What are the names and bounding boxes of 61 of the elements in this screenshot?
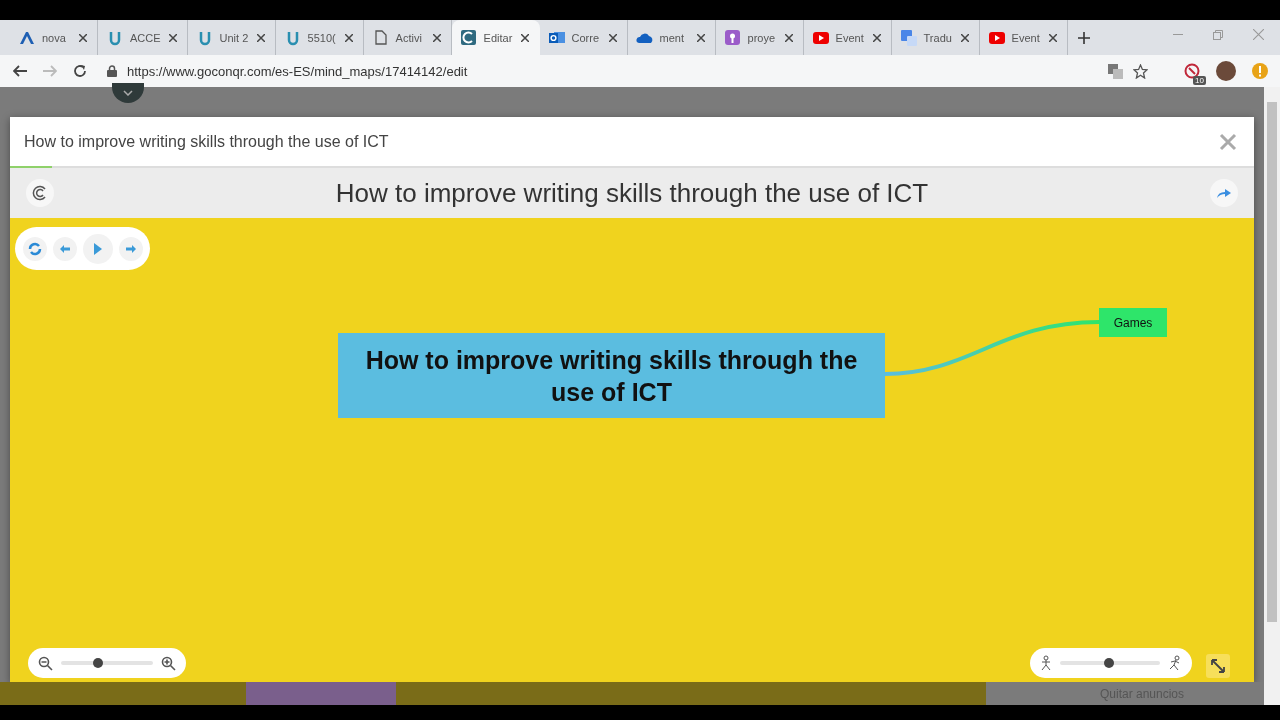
zoom-in-icon[interactable] (161, 655, 176, 671)
video-play-icon (988, 31, 1005, 44)
share-button[interactable] (1210, 179, 1238, 207)
zoom-out-icon[interactable] (38, 655, 53, 671)
cloud-icon (635, 31, 654, 44)
video-play-icon (812, 31, 829, 44)
close-icon[interactable] (430, 31, 443, 44)
close-icon[interactable] (958, 31, 971, 44)
notification-badge: 10 (1193, 76, 1206, 85)
close-icon[interactable] (166, 31, 179, 44)
star-icon[interactable] (1133, 63, 1148, 79)
close-icon[interactable] (254, 31, 267, 44)
new-tab-icon[interactable] (1077, 31, 1090, 44)
browser-tab[interactable]: Editar (451, 20, 540, 55)
profile-avatar[interactable] (1216, 61, 1236, 81)
back-icon[interactable] (13, 65, 27, 77)
horseshoe-icon (198, 29, 211, 46)
translate-icon[interactable] (1108, 63, 1123, 79)
chevron-button[interactable] (112, 83, 144, 103)
expand-icon (1211, 659, 1225, 673)
forward-button[interactable] (118, 236, 143, 261)
modal-title: How to improve writing skills through the use of ICT (24, 132, 389, 151)
close-icon[interactable] (694, 31, 707, 44)
translate-icon (900, 29, 917, 46)
lock-icon (107, 65, 117, 77)
logo-icon (32, 185, 48, 201)
fullscreen-button[interactable] (1206, 654, 1230, 678)
close-icon[interactable] (782, 31, 795, 44)
mail-app-icon (548, 30, 565, 45)
refresh-icon (27, 241, 42, 256)
extension-icon[interactable] (1184, 63, 1200, 79)
address-field[interactable]: https://www.goconqr.com/es-ES/mind_maps/17414142/edit (103, 57, 1158, 85)
close-icon[interactable] (342, 31, 355, 44)
play-icon (93, 242, 102, 255)
arrow-right-icon (125, 244, 136, 253)
close-icon[interactable] (606, 31, 619, 44)
close-icon[interactable] (870, 31, 883, 44)
chevron-down-icon (123, 90, 133, 96)
horseshoe-icon (286, 29, 299, 46)
running-figure-icon[interactable] (1168, 655, 1182, 671)
close-icon[interactable] (77, 31, 89, 44)
close-icon[interactable] (1046, 31, 1059, 44)
app-logo-icon (461, 30, 477, 45)
central-node[interactable]: How to improve writing skills through the use of ICT (338, 333, 885, 418)
document-icon (374, 30, 387, 45)
slider-thumb[interactable] (92, 658, 103, 668)
refresh-button[interactable] (22, 236, 47, 261)
share-icon (1217, 188, 1231, 198)
arrow-left-icon (59, 244, 70, 253)
reload-icon[interactable] (73, 64, 87, 78)
scrollbar[interactable] (1264, 87, 1280, 705)
play-button[interactable] (82, 233, 113, 264)
app-logo-icon (19, 30, 35, 45)
map-title: How to improve writing skills through the use of ICT (335, 177, 929, 209)
logo-button[interactable] (26, 179, 54, 207)
horseshoe-icon (109, 29, 121, 46)
close-icon[interactable] (518, 31, 531, 44)
back-button[interactable] (52, 236, 77, 261)
stick-figure-icon[interactable] (1040, 655, 1052, 671)
topic-node[interactable]: Games (1099, 308, 1167, 337)
slider-thumb[interactable] (1104, 658, 1114, 668)
